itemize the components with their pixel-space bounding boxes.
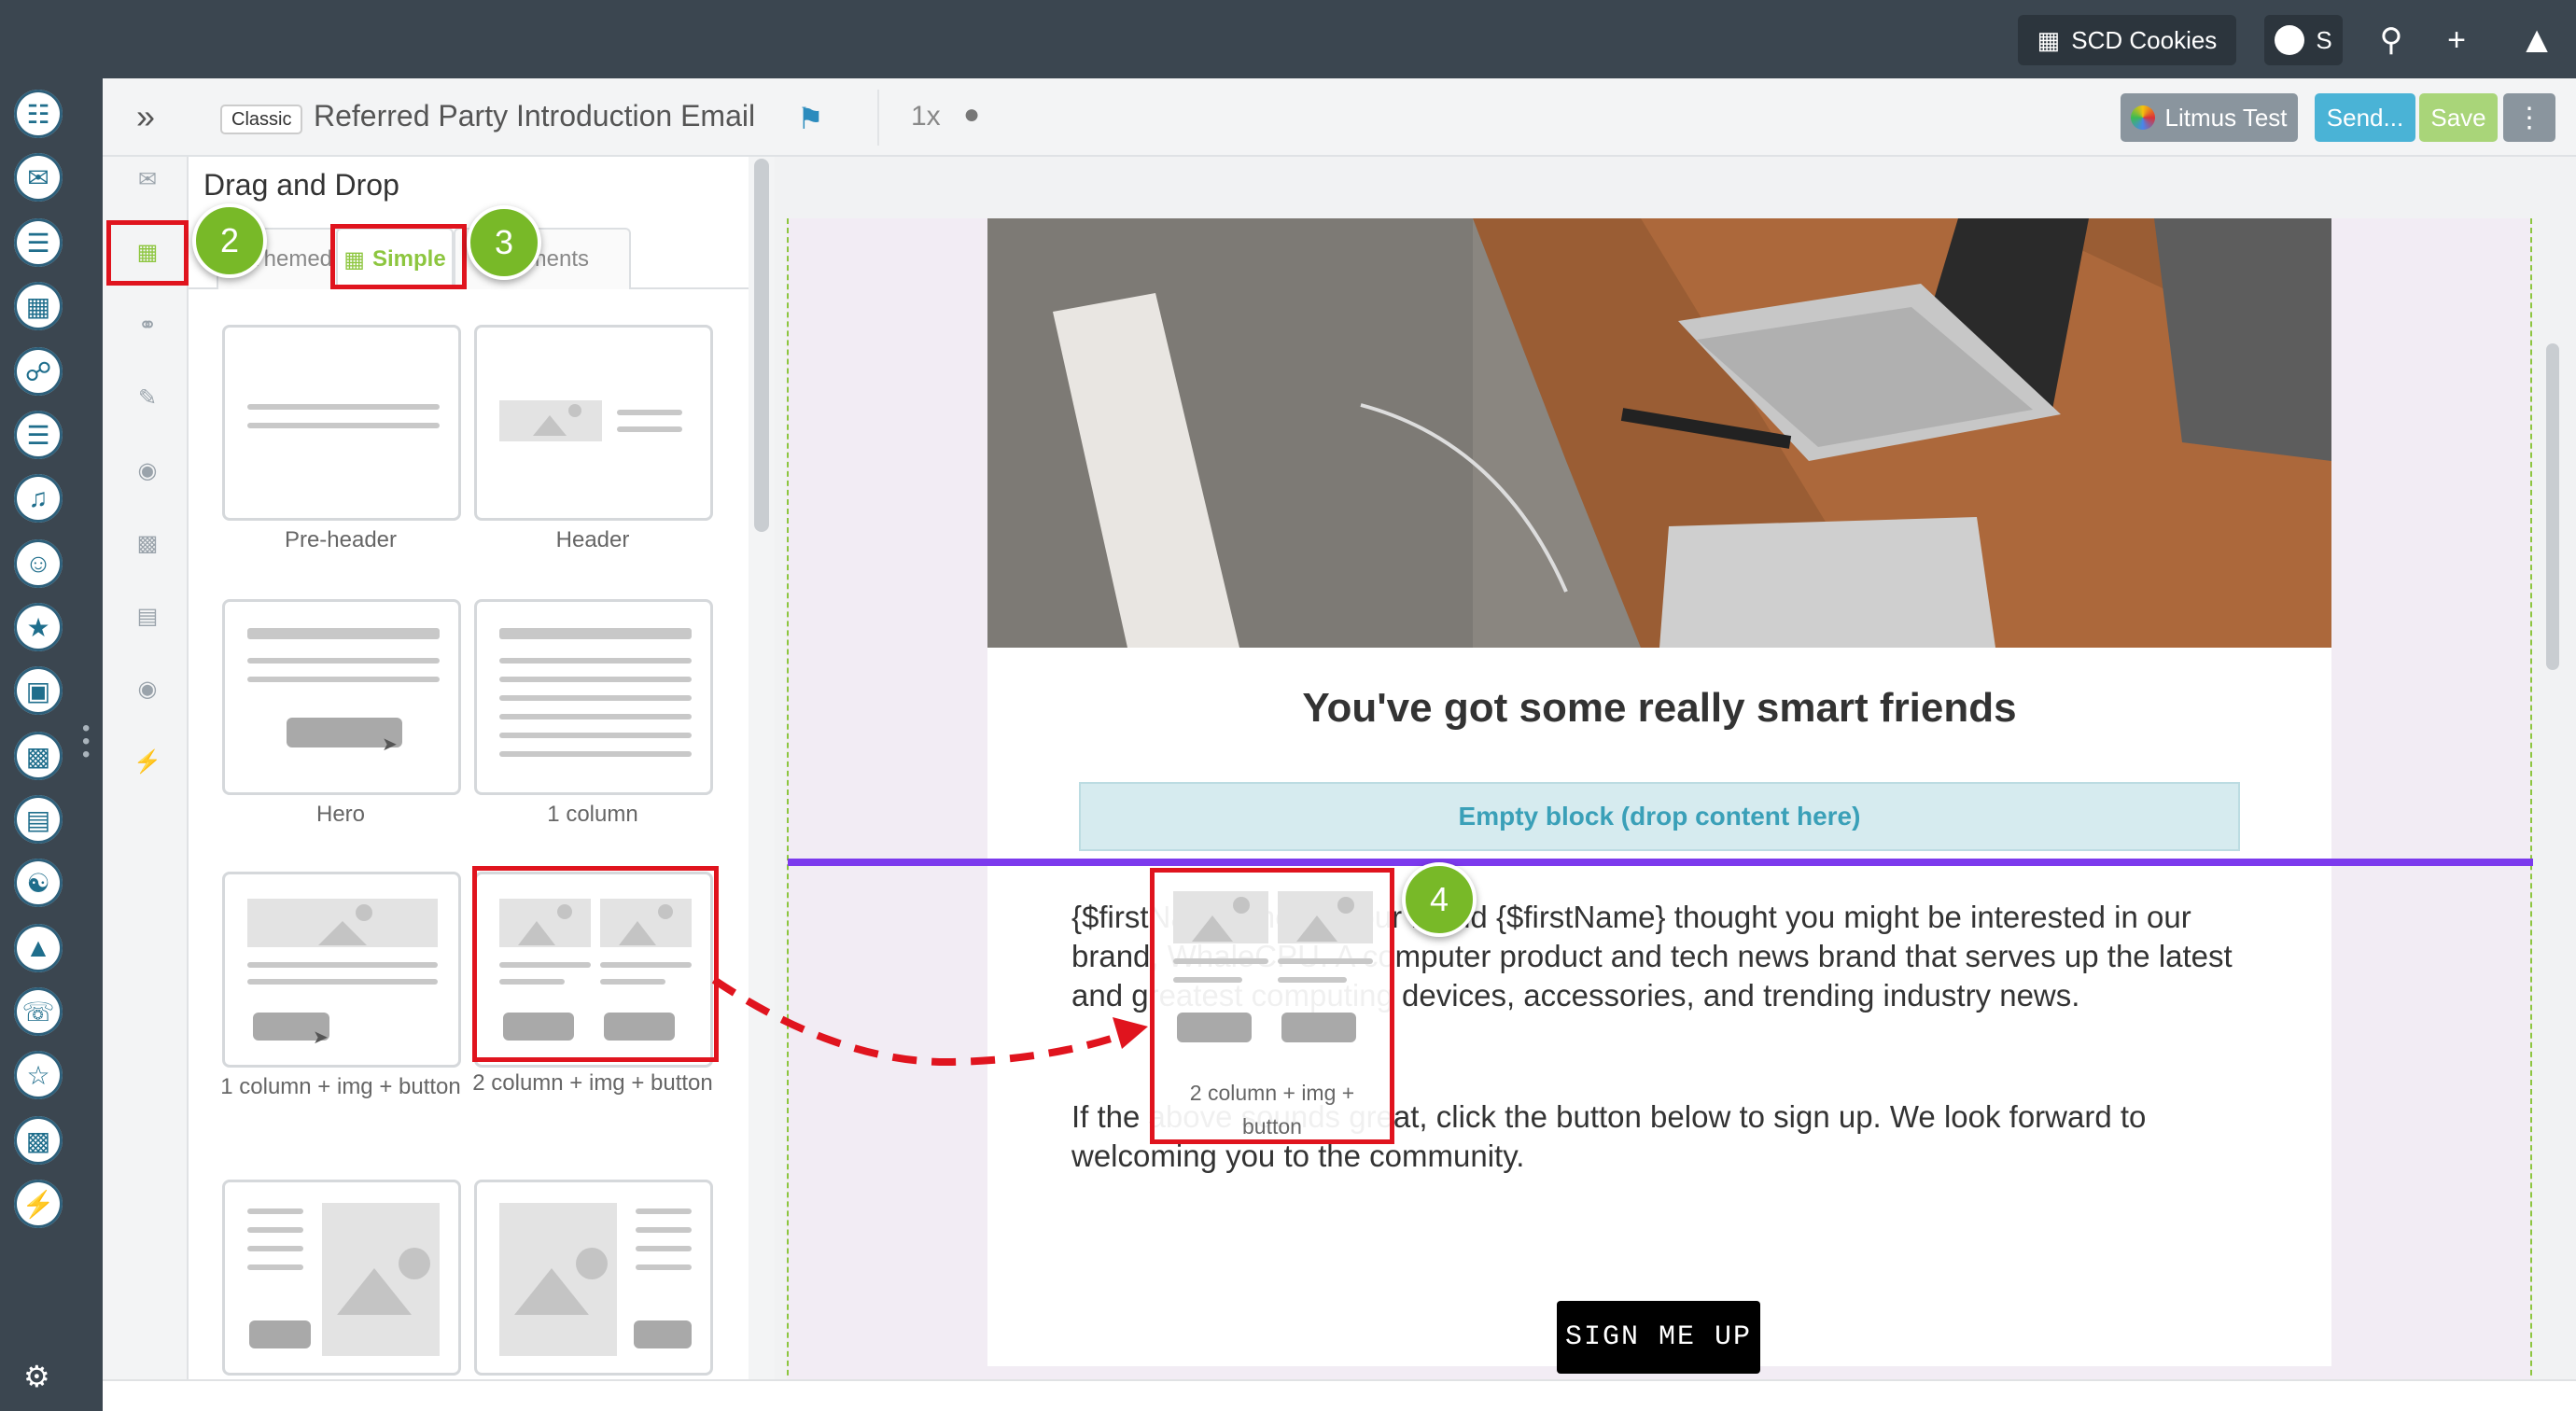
workspace-switcher[interactable]: ▦ SCD Cookies [2018,15,2236,65]
block-label: 2 column + img + button [472,1070,713,1096]
block-label: 1 column + img + button [220,1074,461,1099]
workflow-icon[interactable]: ☍ [14,347,63,396]
zoom-level[interactable]: 1x [911,101,941,133]
plugins-icon[interactable]: ⚡ [14,1180,63,1228]
user-menu[interactable]: S [2264,15,2343,65]
litmus-icon [2131,105,2156,130]
block-pre-header[interactable] [222,325,461,521]
chat-icon[interactable]: ☺ [14,539,63,588]
block-hero[interactable]: ➤ [222,599,461,795]
sign-up-button[interactable]: SIGN ME UP [1557,1301,1760,1374]
email-canvas: You've got some really smart friends Emp… [775,157,2576,1394]
search-icon[interactable]: ⚲ [2365,15,2417,65]
block-1-column[interactable] [474,599,713,795]
highlight-simple-tab [330,224,467,289]
email-icon[interactable]: ✉ [14,153,63,202]
email-body: You've got some really smart friends Emp… [987,218,2331,1374]
panel-title: Drag and Drop [203,168,399,202]
eye-icon[interactable]: ◉ [131,672,164,706]
document-icon[interactable]: ▤ [131,599,164,633]
block-label: Header [555,527,630,552]
laptop-photo [987,218,2331,648]
drop-indicator [788,859,2533,866]
blocks-panel: Drag and Drop Themed ▦ Simple Elements P… [189,157,749,1379]
users-star-icon[interactable]: ☆ [14,1051,63,1099]
block-label: 1 column [547,802,638,827]
gallery-icon[interactable]: ▩ [14,732,63,780]
drag-preview: 2 column + img + button [1150,868,1394,1144]
avatar [2275,25,2305,55]
block-text-image-right[interactable] [222,1180,461,1376]
attachment-icon[interactable]: ⚭ [131,308,164,342]
empty-drop-block[interactable]: Empty block (drop content here) [1079,782,2240,851]
editor-header: » Classic Referred Party Introduction Em… [103,78,2576,157]
top-bar: ▦ SCD Cookies S ⚲ + ▲ [0,0,2576,78]
bottom-bar [103,1379,2576,1411]
drag-preview-label: 2 column + img + button [1189,1081,1355,1139]
brush-icon[interactable]: ✎ [131,381,164,414]
highlight-blocks-tool [106,220,189,286]
lists-icon[interactable]: ☰ [14,411,63,459]
media-icon[interactable]: ▣ [14,666,63,715]
building-icon: ▦ [2037,25,2061,54]
divider [877,90,879,146]
block-header[interactable] [474,325,713,521]
send-button[interactable]: Send... [2315,93,2415,142]
rss-icon[interactable]: ◉ [131,454,164,487]
support-icon[interactable]: ☏ [14,987,63,1036]
map-icon[interactable]: ▦ [14,282,63,330]
block-label: Pre-header [284,527,398,552]
editor-type-badge: Classic [220,105,303,134]
step-badge: 4 [1402,862,1477,937]
expand-panel-icon[interactable]: » [136,97,155,136]
envelope-icon[interactable]: ✉ [131,162,164,196]
resize-handle[interactable]: • • • [82,718,95,767]
calendar-icon[interactable]: ▤ [14,795,63,844]
block-label: Hero [315,802,366,827]
user-initial: S [2316,25,2332,54]
highlight-2-column-block [472,866,719,1062]
lightbulb-icon[interactable]: ● [963,99,980,131]
litmus-label: Litmus Test [2164,103,2288,132]
step-badge: 3 [467,205,541,280]
save-button[interactable]: Save [2419,93,2498,142]
cart-icon[interactable]: ▩ [131,526,164,560]
plus-icon[interactable]: + [2430,15,2483,65]
analytics-icon[interactable]: ▲ [14,924,63,972]
rocket-icon[interactable]: ▲ [2511,15,2563,65]
reports-icon[interactable]: ▩ [14,1116,63,1165]
block-1-column-img-button[interactable]: ➤ [222,872,461,1068]
workspace-label: SCD Cookies [2071,25,2218,54]
gear-icon[interactable]: ⚙ [23,1359,50,1394]
litmus-test-button[interactable]: Litmus Test [2121,93,2298,142]
tool-column: ✉ ▦ ⚭ ✎ ◉ ▩ ▤ ◉ ⚡ [103,157,189,1379]
block-image-left-text[interactable] [474,1180,713,1376]
app-rail: ☷ ✉ ☰ ▦ ☍ ☰ ♫ ☺ ★ ▣ ▩ ▤ ☯ ▲ ☏ ☆ ▩ ⚡ [0,78,78,1411]
likes-icon[interactable]: ★ [14,603,63,651]
canvas-scrollbar[interactable] [2546,343,2559,670]
contacts-icon[interactable]: ☷ [14,90,63,138]
page-title[interactable]: Referred Party Introduction Email [314,99,755,133]
partners-icon[interactable]: ☯ [14,859,63,907]
more-options-icon[interactable]: ⋮ [2503,93,2555,142]
hero-image[interactable] [987,218,2331,648]
drag-arrow [711,976,1148,1067]
forms-icon[interactable]: ☰ [14,218,63,267]
campaigns-icon[interactable]: ♫ [14,474,63,523]
bolt-icon[interactable]: ⚡ [131,745,164,778]
email-headline[interactable]: You've got some really smart friends [987,685,2331,732]
panel-scrollbar[interactable] [754,159,769,532]
tag-icon[interactable]: ⚑ [797,101,824,136]
step-badge: 2 [192,203,267,278]
